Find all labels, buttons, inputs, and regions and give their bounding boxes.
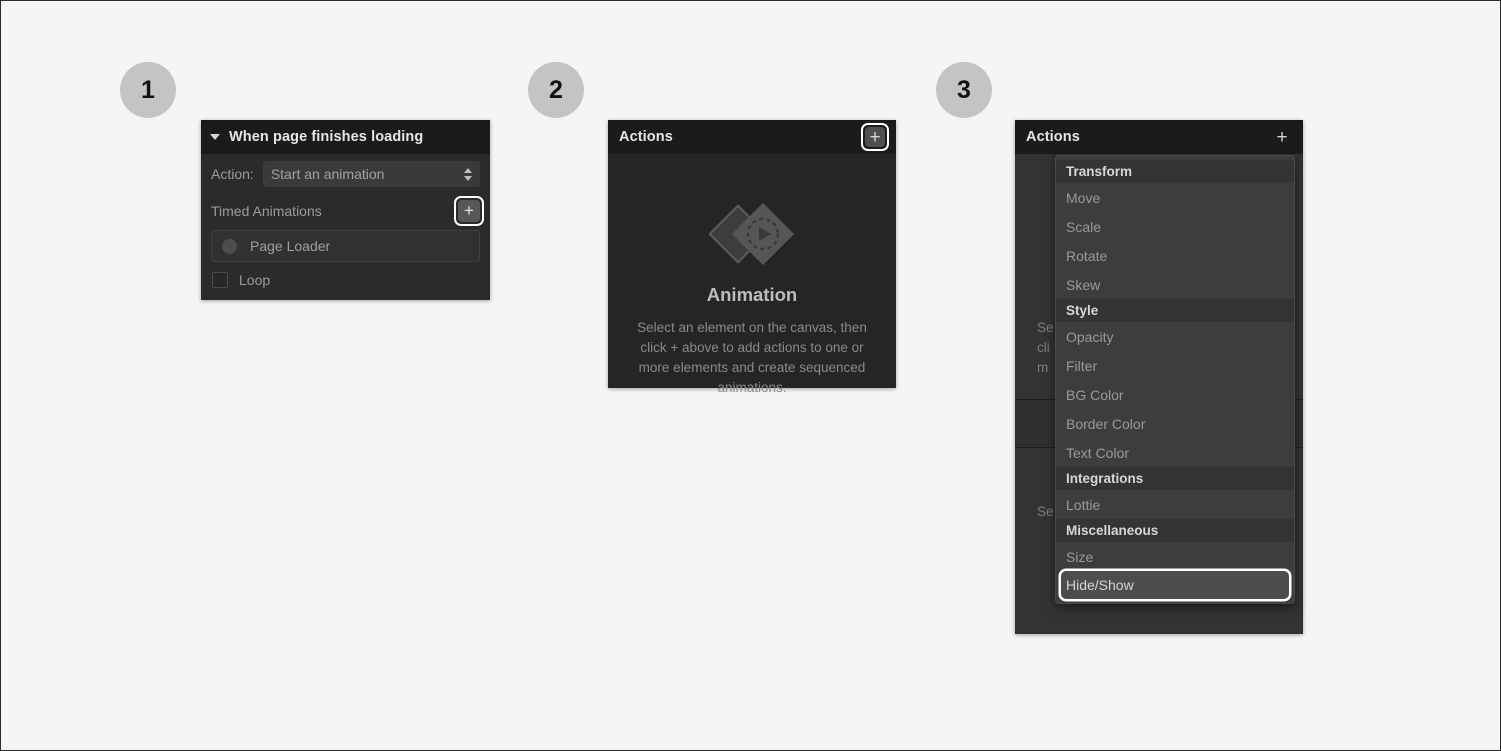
- step-badge-3: 3: [936, 62, 992, 118]
- screenshot-stage: 1 2 3 When page finishes loading Action:…: [1, 1, 1500, 750]
- actions-empty-state: Animation Select an element on the canva…: [608, 154, 896, 398]
- empty-state-title: Animation: [706, 284, 798, 305]
- obscured-text-line-3: m: [1037, 360, 1049, 375]
- add-action-button[interactable]: +: [861, 123, 889, 151]
- menu-item-filter[interactable]: Filter: [1056, 351, 1294, 380]
- actions-panel-empty: Actions + Animation Select an element on…: [608, 120, 896, 395]
- trigger-panel-title: When page finishes loading: [229, 129, 424, 145]
- trigger-panel: When page finishes loading Action: Start…: [201, 120, 490, 300]
- trigger-panel-header[interactable]: When page finishes loading: [201, 120, 490, 154]
- step-badge-2: 2: [528, 62, 584, 118]
- list-item-label: Page Loader: [250, 238, 331, 254]
- circle-icon: [222, 238, 237, 254]
- plus-icon: +: [464, 200, 474, 220]
- timed-animations-label: Timed Animations: [211, 203, 322, 219]
- obscured-text-line-1: Se: [1037, 320, 1054, 335]
- action-type-dropdown[interactable]: Transform Move Scale Rotate Skew Style O…: [1055, 155, 1295, 604]
- list-item[interactable]: Page Loader: [211, 230, 480, 262]
- loop-checkbox[interactable]: [212, 272, 228, 288]
- menu-item-size[interactable]: Size: [1056, 542, 1294, 571]
- trigger-panel-body: Action: Start an animation Timed Animati…: [201, 154, 490, 298]
- menu-item-scale[interactable]: Scale: [1056, 212, 1294, 241]
- menu-group-miscellaneous: Miscellaneous: [1056, 519, 1294, 542]
- menu-item-border-color[interactable]: Border Color: [1056, 409, 1294, 438]
- menu-group-integrations: Integrations: [1056, 467, 1294, 490]
- actions-panel-title: Actions: [619, 129, 673, 145]
- add-action-button-2[interactable]: +: [1272, 127, 1292, 147]
- actions-panel-title-2: Actions: [1026, 129, 1080, 145]
- action-row: Action: Start an animation: [211, 154, 480, 194]
- action-select[interactable]: Start an animation: [262, 161, 480, 187]
- action-label: Action:: [211, 166, 254, 182]
- menu-item-move[interactable]: Move: [1056, 183, 1294, 212]
- plus-icon: +: [1276, 126, 1288, 148]
- loop-row[interactable]: Loop: [211, 262, 480, 298]
- menu-item-hide-show[interactable]: Hide/Show: [1061, 571, 1289, 599]
- menu-group-transform: Transform: [1056, 160, 1294, 183]
- menu-item-bg-color[interactable]: BG Color: [1056, 380, 1294, 409]
- loop-label: Loop: [239, 272, 271, 288]
- menu-item-skew[interactable]: Skew: [1056, 270, 1294, 299]
- stepper-updown-icon[interactable]: [464, 167, 472, 181]
- timed-animations-row: Timed Animations +: [211, 194, 484, 228]
- add-timed-animation-button[interactable]: +: [454, 196, 484, 226]
- empty-state-description: Select an element on the canvas, then cl…: [637, 320, 867, 395]
- menu-group-style: Style: [1056, 299, 1294, 322]
- menu-item-opacity[interactable]: Opacity: [1056, 322, 1294, 351]
- action-select-value: Start an animation: [270, 166, 385, 182]
- menu-item-text-color[interactable]: Text Color: [1056, 438, 1294, 467]
- step-badge-1: 1: [120, 62, 176, 118]
- menu-item-rotate[interactable]: Rotate: [1056, 241, 1294, 270]
- obscured-text-line-2: cli: [1037, 340, 1050, 355]
- actions-panel-header-2: Actions +: [1015, 120, 1303, 154]
- animation-diamonds-play-icon: [708, 202, 795, 268]
- obscured-text-line-4: Se: [1037, 504, 1054, 519]
- chevron-down-icon[interactable]: [210, 134, 220, 140]
- menu-item-lottie[interactable]: Lottie: [1056, 490, 1294, 519]
- plus-icon: +: [869, 126, 881, 148]
- actions-panel-header: Actions +: [608, 120, 896, 154]
